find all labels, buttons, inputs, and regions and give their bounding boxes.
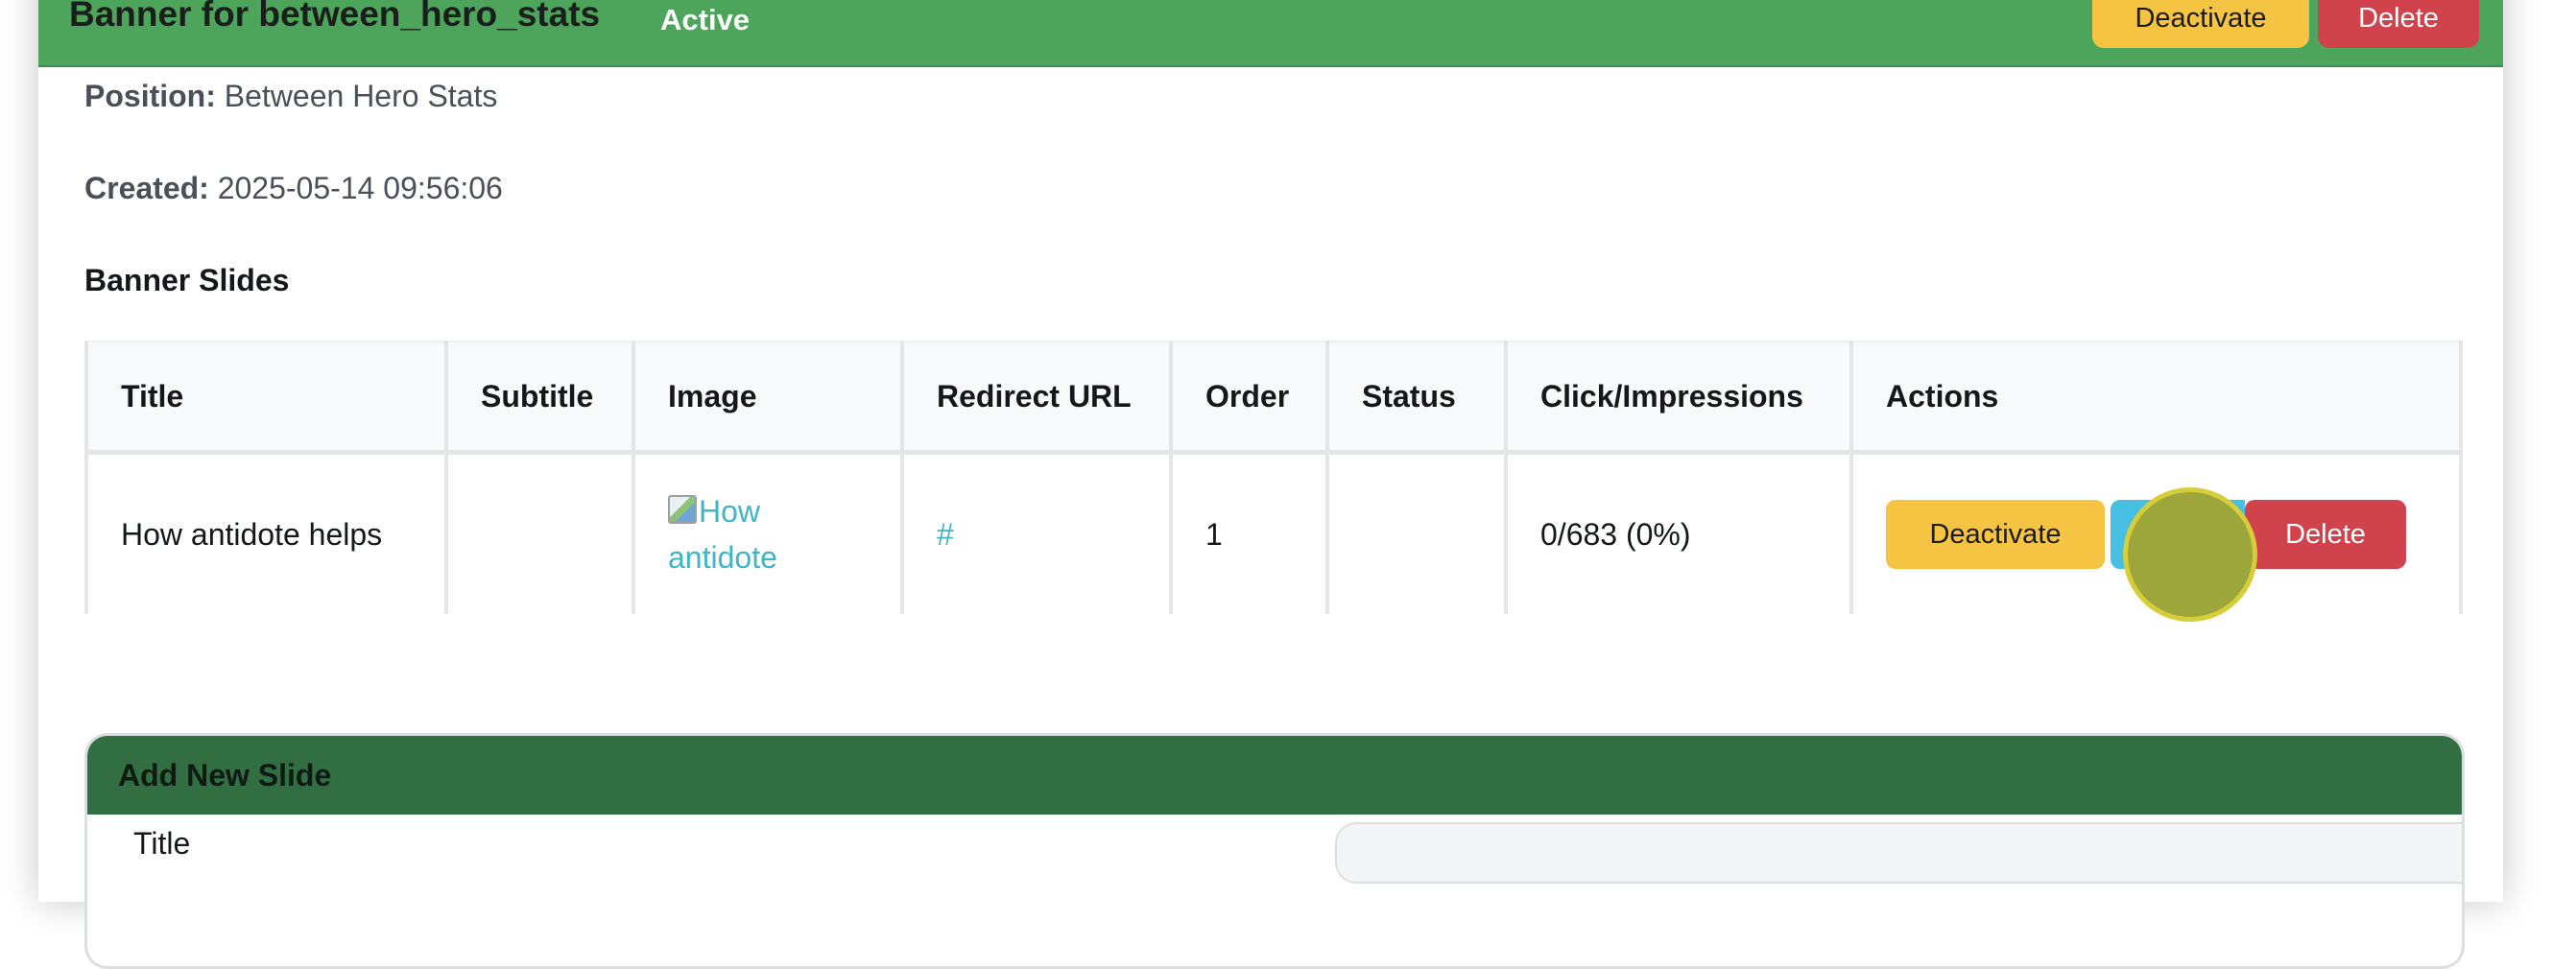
column-header-redirect-url: Redirect URL (900, 341, 1173, 455)
column-header-subtitle: Subtitle (444, 341, 635, 455)
column-header-title: Title (84, 341, 448, 455)
slide-image-cell: How antidote (632, 452, 904, 614)
broken-image-icon (668, 495, 697, 524)
slide-image-link[interactable]: How antidote (668, 488, 860, 580)
cursor-click-indicator (2123, 487, 2257, 622)
slide-title: How antidote helps (84, 452, 448, 614)
column-header-actions: Actions (1849, 341, 2463, 455)
position-value: Between Hero Stats (224, 79, 498, 113)
column-header-image: Image (632, 341, 904, 455)
banner-delete-button[interactable]: Delete (2318, 0, 2479, 48)
title-field-label: Title (133, 826, 191, 861)
banner-title: Banner for between_hero_stats (69, 0, 601, 34)
add-new-slide-header: Add New Slide (87, 736, 2462, 815)
table-header-row: Title Subtitle Image Redirect URL Order … (84, 341, 2463, 455)
slide-subtitle (444, 452, 635, 614)
page-background: Banner for between_hero_stats Active Dea… (0, 0, 2576, 969)
slide-redirect-url-link[interactable]: # (937, 517, 954, 552)
banner-card-header: Banner for between_hero_stats Active Dea… (38, 0, 2503, 67)
status-badge: Active (660, 3, 751, 36)
title-input[interactable] (1335, 822, 2462, 884)
slide-click-impressions: 0/683 (0%) (1504, 452, 1853, 614)
created-label: Created: (84, 171, 209, 205)
slide-order: 1 (1169, 452, 1329, 614)
banner-slides-table: Title Subtitle Image Redirect URL Order … (84, 341, 2463, 614)
created-value: 2025-05-14 09:56:06 (217, 171, 503, 205)
slide-status (1325, 452, 1508, 614)
banner-deactivate-button[interactable]: Deactivate (2092, 0, 2309, 48)
table-row: How antidote helps How antidote # 1 0/68… (84, 452, 2463, 614)
banner-created: Created: 2025-05-14 09:56:06 (84, 171, 503, 206)
banner-card: Banner for between_hero_stats Active Dea… (38, 0, 2503, 969)
position-label: Position: (84, 79, 216, 113)
banner-slides-heading: Banner Slides (84, 263, 290, 297)
slide-deactivate-button[interactable]: Deactivate (1886, 500, 2105, 569)
slide-delete-button[interactable]: Delete (2245, 500, 2406, 569)
add-new-slide-card: Add New Slide Title (84, 733, 2465, 969)
slide-redirect-url-cell: # (900, 452, 1173, 614)
column-header-status: Status (1325, 341, 1508, 455)
banner-position: Position: Between Hero Stats (84, 79, 497, 114)
column-header-click-impressions: Click/Impressions (1504, 341, 1853, 455)
column-header-order: Order (1169, 341, 1329, 455)
